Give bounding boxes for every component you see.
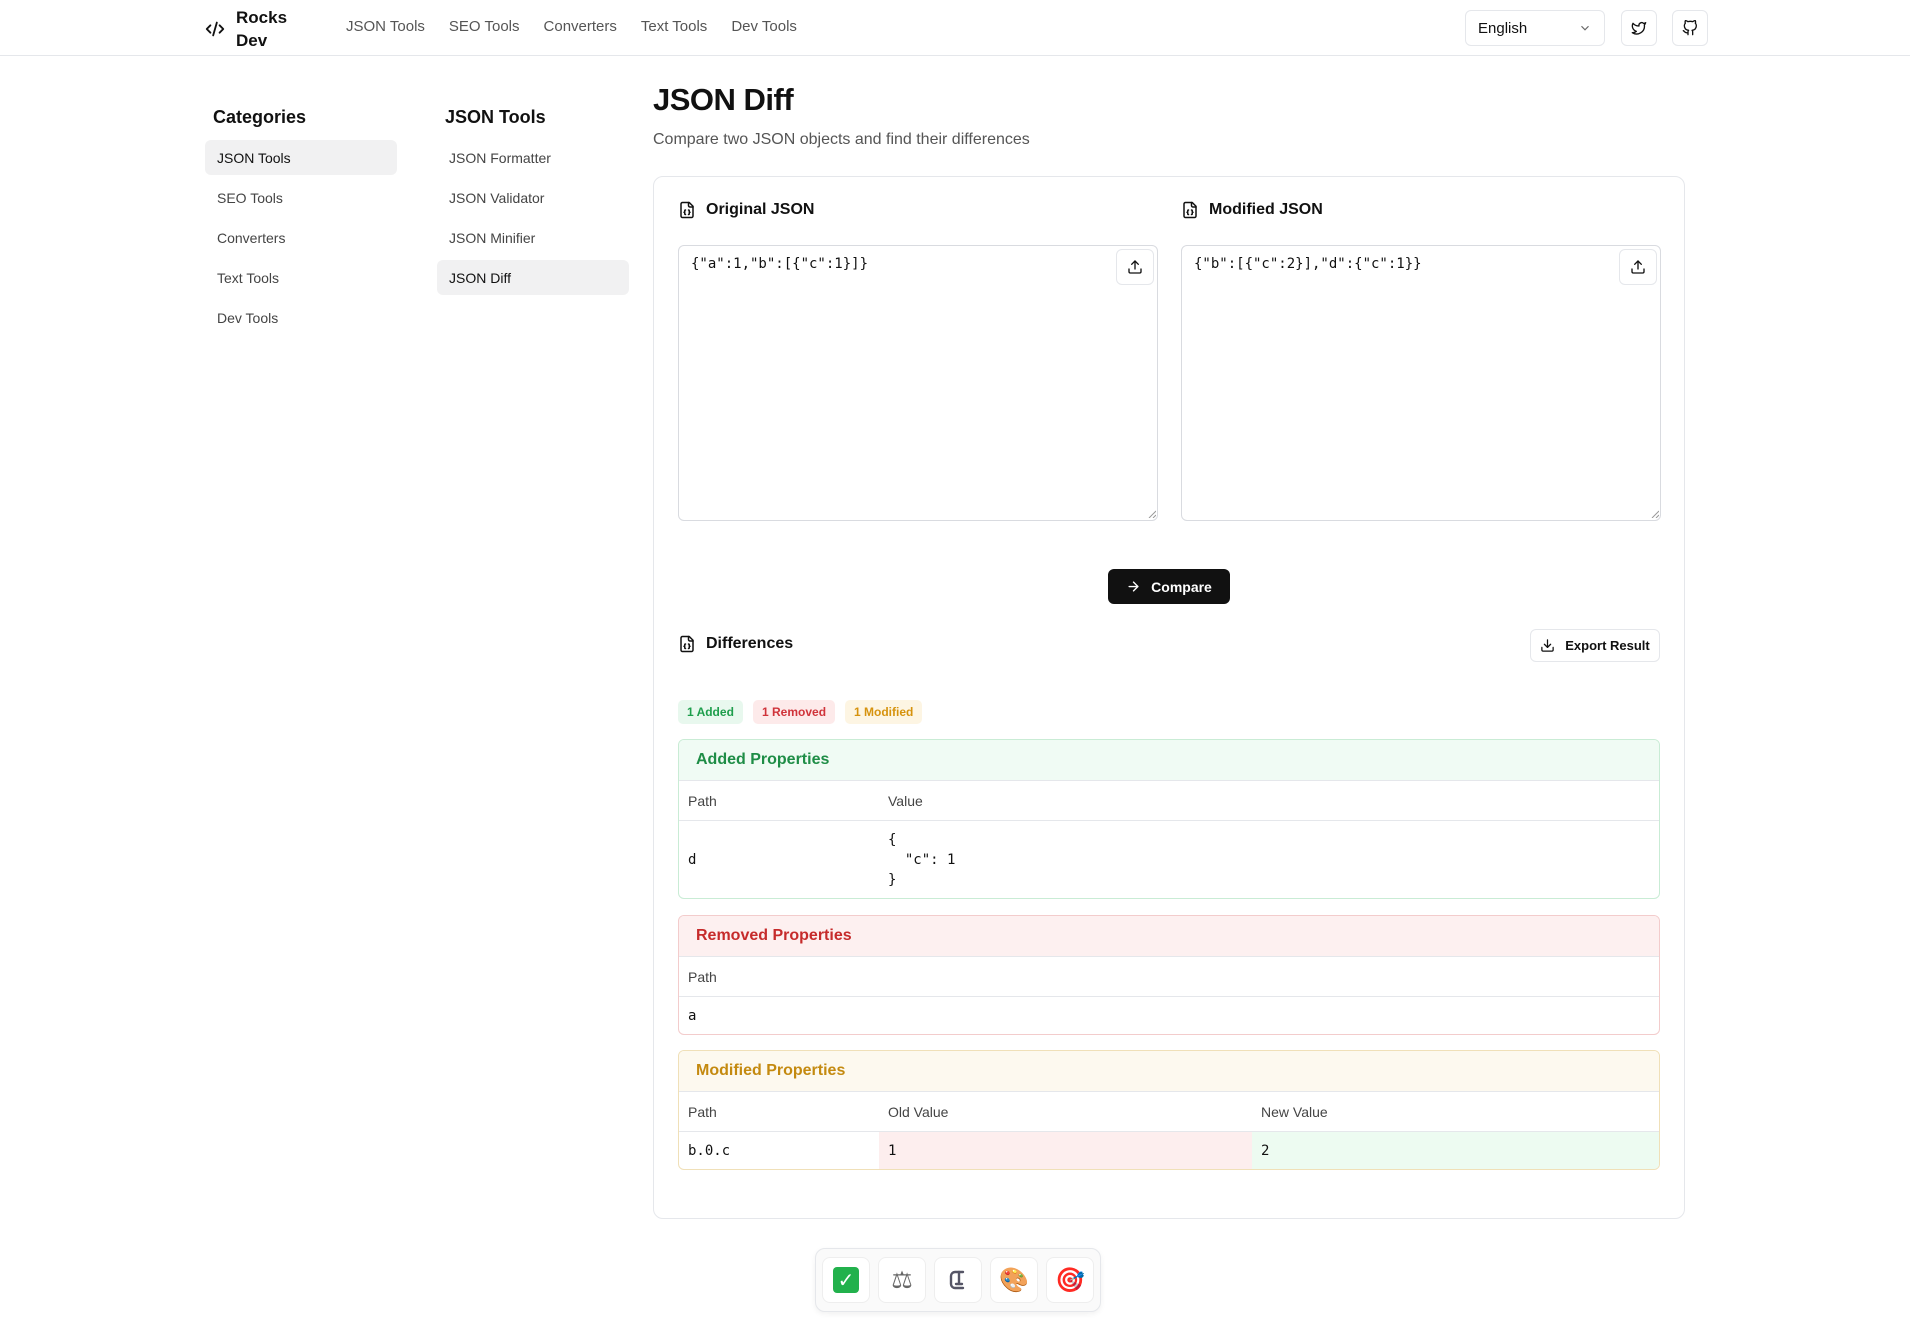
export-label: Export Result: [1565, 638, 1650, 653]
differences-label: Differences: [706, 635, 794, 652]
upload-icon: [1631, 260, 1645, 274]
modified-upload-button[interactable]: [1619, 249, 1657, 285]
app-dock: ✓ ⚖ 🎨 🎯: [815, 1248, 1101, 1312]
balance-scale-icon: ⚖: [891, 1266, 913, 1294]
modified-properties-panel: Modified Properties Path Old Value New V…: [678, 1050, 1660, 1170]
clamp-icon: [949, 1270, 965, 1290]
top-header: Rocks Dev JSON Tools SEO Tools Converter…: [0, 0, 1910, 56]
dock-item-palette[interactable]: 🎨: [990, 1257, 1038, 1303]
compare-button[interactable]: Compare: [1108, 569, 1230, 604]
removed-path: a: [688, 1007, 697, 1024]
added-count-badge: 1 Added: [678, 700, 743, 724]
col-path: Path: [688, 1103, 717, 1120]
modified-properties-title: Modified Properties: [679, 1051, 1659, 1092]
category-converters[interactable]: Converters: [205, 220, 397, 255]
twitter-icon: [1631, 22, 1647, 35]
language-select[interactable]: English: [1465, 10, 1605, 46]
col-path: Path: [688, 968, 717, 985]
dock-item-balance[interactable]: ⚖: [878, 1257, 926, 1303]
added-properties-panel: Added Properties Path Value d { "c": 1 }: [678, 739, 1660, 899]
modified-json-input[interactable]: {"b":[{"c":2}],"d":{"c":1}}: [1181, 245, 1661, 521]
file-json-icon: [680, 635, 694, 653]
dock-item-check[interactable]: ✓: [822, 1257, 870, 1303]
dock-item-clamp[interactable]: [934, 1257, 982, 1303]
code-icon: [205, 21, 225, 37]
check-mark-icon: ✓: [833, 1267, 859, 1293]
tool-json-minifier[interactable]: JSON Minifier: [437, 220, 629, 255]
category-dev-tools[interactable]: Dev Tools: [205, 300, 397, 335]
categories-title: Categories: [213, 107, 307, 127]
removed-properties-panel: Removed Properties Path a: [678, 915, 1660, 1035]
nav-json-tools[interactable]: JSON Tools: [346, 18, 425, 35]
github-button[interactable]: [1672, 10, 1708, 46]
col-new-value: New Value: [1261, 1103, 1328, 1120]
modified-count-badge: 1 Modified: [845, 700, 923, 724]
page-subtitle: Compare two JSON objects and find their …: [653, 131, 1030, 148]
resize-handle-icon[interactable]: [1148, 510, 1156, 518]
category-json-tools[interactable]: JSON Tools: [205, 140, 397, 175]
tool-json-validator[interactable]: JSON Validator: [437, 180, 629, 215]
resize-handle-icon[interactable]: [1651, 510, 1659, 518]
target-icon: 🎯: [1055, 1266, 1085, 1294]
dock-item-target[interactable]: 🎯: [1046, 1257, 1094, 1303]
new-value: 2: [1252, 1132, 1659, 1169]
chevron-down-icon: [1581, 25, 1589, 31]
table-row: d { "c": 1 }: [679, 821, 1659, 898]
arrow-right-icon: [1128, 581, 1139, 592]
removed-properties-title: Removed Properties: [679, 916, 1659, 957]
differences-heading: Differences: [678, 635, 793, 653]
added-properties-title: Added Properties: [679, 740, 1659, 781]
palette-icon: 🎨: [999, 1266, 1029, 1294]
col-old-value: Old Value: [888, 1103, 949, 1120]
language-value: English: [1478, 19, 1528, 37]
original-json-input[interactable]: {"a":1,"b":[{"c":1}]}: [678, 245, 1158, 521]
logo[interactable]: Rocks Dev: [204, 6, 296, 52]
main-nav: JSON Tools SEO Tools Converters Text Too…: [346, 18, 797, 35]
file-json-icon: [1183, 201, 1197, 219]
col-path: Path: [688, 792, 717, 809]
category-text-tools[interactable]: Text Tools: [205, 260, 397, 295]
modified-path: b.0.c: [688, 1142, 731, 1159]
added-value: { "c": 1 }: [888, 831, 956, 888]
original-json-label: Original JSON: [706, 201, 815, 218]
modified-table-header: Path Old Value New Value: [679, 1092, 1659, 1132]
table-row: b.0.c 1 2: [679, 1132, 1659, 1169]
category-seo-tools[interactable]: SEO Tools: [205, 180, 397, 215]
col-value: Value: [888, 792, 923, 809]
removed-table-header: Path: [679, 957, 1659, 997]
upload-icon: [1128, 260, 1142, 274]
nav-seo-tools[interactable]: SEO Tools: [449, 18, 520, 35]
tool-json-diff[interactable]: JSON Diff: [437, 260, 629, 295]
original-upload-button[interactable]: [1116, 249, 1154, 285]
nav-converters[interactable]: Converters: [544, 18, 617, 35]
page-title: JSON Diff: [653, 82, 794, 117]
download-icon: [1541, 639, 1554, 652]
export-result-button[interactable]: Export Result: [1530, 629, 1660, 662]
tool-json-formatter[interactable]: JSON Formatter: [437, 140, 629, 175]
removed-count-badge: 1 Removed: [753, 700, 836, 724]
original-json-heading: Original JSON: [678, 201, 814, 219]
compare-label: Compare: [1151, 578, 1212, 595]
table-row: a: [679, 997, 1659, 1034]
file-json-icon: [680, 201, 694, 219]
nav-text-tools[interactable]: Text Tools: [641, 18, 707, 35]
tools-title: JSON Tools: [445, 107, 546, 127]
modified-json-label: Modified JSON: [1209, 201, 1323, 218]
added-path: d: [688, 851, 697, 868]
twitter-button[interactable]: [1621, 10, 1657, 46]
github-icon: [1682, 20, 1697, 36]
modified-json-heading: Modified JSON: [1181, 201, 1323, 219]
old-value: 1: [879, 1132, 1252, 1169]
logo-text: Rocks Dev: [236, 8, 288, 50]
added-table-header: Path Value: [679, 781, 1659, 821]
nav-dev-tools[interactable]: Dev Tools: [731, 18, 797, 35]
